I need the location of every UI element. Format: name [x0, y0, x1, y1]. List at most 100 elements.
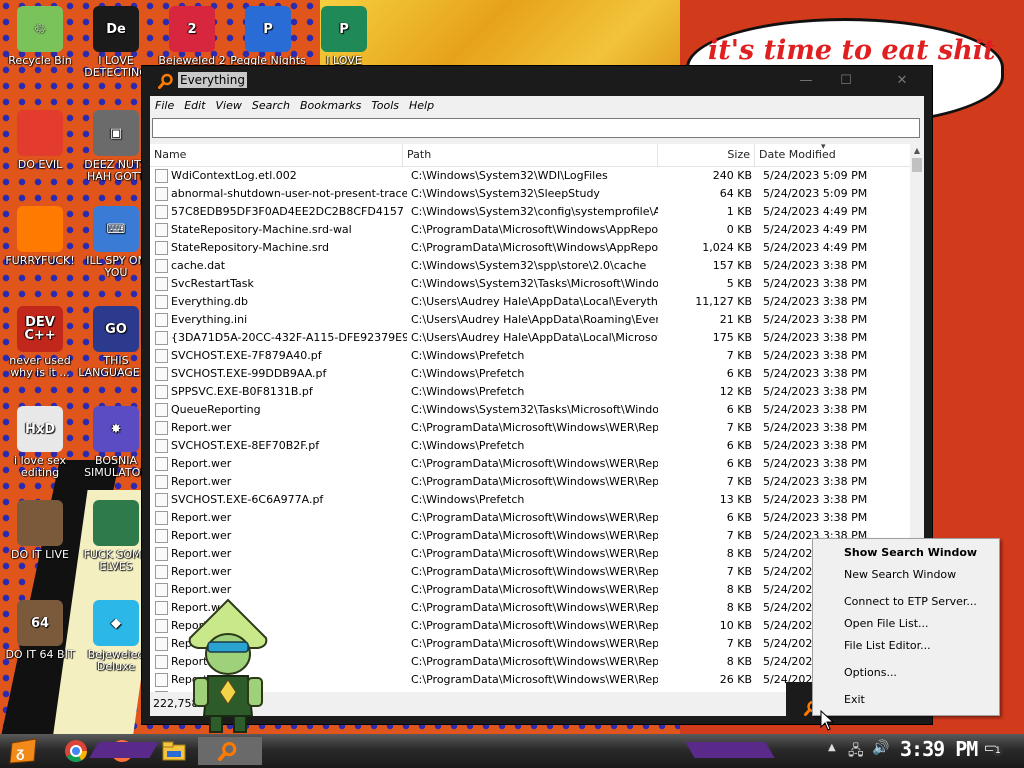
minimize-button[interactable]: —	[788, 66, 824, 96]
desktop-icon-label: Recycle Bin	[8, 54, 72, 67]
column-size[interactable]: Size	[658, 144, 755, 166]
file-icon	[155, 367, 168, 381]
desktop-icon[interactable]: ♲ Recycle Bin	[2, 6, 78, 67]
scroll-up-icon[interactable]: ▲	[910, 144, 924, 158]
menu-item-connect-etp-server[interactable]: Connect to ETP Server...	[844, 595, 977, 608]
column-name[interactable]: Name	[150, 144, 403, 166]
result-row[interactable]: WdiContextLog.etl.002 C:\Windows\System32…	[150, 167, 910, 185]
result-row[interactable]: Report.wer C:\ProgramData\Microsoft\Windo…	[150, 455, 910, 473]
result-row[interactable]: abnormal-shutdown-user-not-present-trace…	[150, 185, 910, 203]
desktop-icon[interactable]: DO EVIL	[2, 110, 78, 171]
result-row[interactable]: SVCHOST.EXE-99DDB9AA.pf C:\Windows\Prefet…	[150, 365, 910, 383]
result-row[interactable]: SVCHOST.EXE-6C6A977A.pf C:\Windows\Prefet…	[150, 491, 910, 509]
app-icon-glyph: DEV C++	[24, 315, 56, 343]
app-icon: GO	[93, 306, 139, 352]
desktop-icon[interactable]: HxD i love sex editing	[2, 406, 78, 479]
file-icon	[155, 403, 168, 417]
file-size: 7 KB	[726, 529, 752, 542]
result-row[interactable]: Report.wer C:\ProgramData\Microsoft\Windo…	[150, 581, 910, 599]
result-row[interactable]: Report.wer C:\ProgramData\Microsoft\Windo…	[150, 509, 910, 527]
desktop-icon[interactable]: 64 DO IT 64 BIT	[2, 600, 78, 661]
result-row[interactable]: Report.wer C:\ProgramData\Microsoft\Windo…	[150, 473, 910, 491]
file-path: C:\Windows\Prefetch	[411, 493, 525, 506]
app-icon	[17, 500, 63, 546]
chrome-icon	[65, 740, 87, 762]
desktop-icon[interactable]: FURRYFUCK!	[2, 206, 78, 267]
desktop-icon-label: DO IT LIVE	[11, 548, 69, 561]
app-icon-glyph: De	[106, 21, 126, 37]
result-row[interactable]: SvcRestartTask C:\Windows\System32\Tasks\…	[150, 275, 910, 293]
file-icon	[155, 601, 168, 615]
result-row[interactable]: 57C8EDB95DF3F0AD4EE2DC2B8CFD4157 C:\Windo…	[150, 203, 910, 221]
search-input[interactable]	[152, 118, 920, 138]
result-row[interactable]: Everything.db C:\Users\Audrey Hale\AppDat…	[150, 293, 910, 311]
file-icon	[155, 583, 168, 597]
taskbar-explorer-button[interactable]	[160, 737, 188, 765]
scroll-thumb[interactable]	[912, 158, 922, 172]
taskbar-chrome-button[interactable]	[62, 737, 90, 765]
volume-icon[interactable]: 🔊	[872, 740, 889, 756]
file-size: 7 KB	[726, 421, 752, 434]
app-icon: ✸	[93, 406, 139, 452]
taskbar-everything-button[interactable]	[198, 737, 262, 765]
taskbar-clock[interactable]: 3:39 PM	[900, 737, 978, 761]
result-row[interactable]: StateRepository-Machine.srd C:\ProgramDat…	[150, 239, 910, 257]
result-row[interactable]: Report.wer C:\ProgramData\Microsoft\Windo…	[150, 527, 910, 545]
desktop-icon[interactable]: PI LOVE	[306, 6, 382, 67]
menu-search[interactable]: Search	[247, 96, 295, 112]
file-icon	[155, 529, 168, 543]
menu-edit[interactable]: Edit	[179, 96, 210, 112]
network-icon[interactable]: 🖧	[848, 740, 864, 764]
file-name: abnormal-shutdown-user-not-present-trace…	[171, 187, 407, 200]
result-row[interactable]: Everything.ini C:\Users\Audrey Hale\AppDa…	[150, 311, 910, 329]
menu-tools[interactable]: Tools	[366, 96, 404, 112]
close-button[interactable]: ✕	[884, 66, 920, 96]
notification-icon[interactable]: ▭ 1	[984, 740, 1003, 756]
file-icon	[155, 241, 168, 255]
menu-bookmarks[interactable]: Bookmarks	[295, 96, 366, 112]
menu-item-open-file-list[interactable]: Open File List...	[844, 617, 929, 630]
file-name: 57C8EDB95DF3F0AD4EE2DC2B8CFD4157	[171, 205, 404, 218]
result-row[interactable]: StateRepository-Machine.srd-wal C:\Progra…	[150, 221, 910, 239]
menu-help[interactable]: Help	[404, 96, 439, 112]
menu-file[interactable]: File	[150, 96, 179, 112]
title-bar[interactable]: Everything — ☐ ✕	[142, 66, 932, 96]
file-icon	[155, 457, 168, 471]
result-row[interactable]: SVCHOST.EXE-8EF70B2F.pf C:\Windows\Prefet…	[150, 437, 910, 455]
file-size: 26 KB	[719, 673, 752, 686]
menu-item-file-list-editor[interactable]: File List Editor...	[844, 639, 931, 652]
file-icon	[155, 313, 168, 327]
file-path: C:\ProgramData\Microsoft\Windows\WER\Rep…	[411, 421, 658, 434]
result-row[interactable]: cache.dat C:\Windows\System32\spp\store\2…	[150, 257, 910, 275]
result-row[interactable]: Report.wer C:\ProgramData\Microsoft\Windo…	[150, 545, 910, 563]
app-icon-glyph: ◆	[111, 615, 121, 631]
desktop-icon[interactable]: DO IT LIVE	[2, 500, 78, 561]
tray-up-arrow-icon[interactable]: ▲	[828, 742, 836, 753]
result-row[interactable]: QueueReporting C:\Windows\System32\Tasks\…	[150, 401, 910, 419]
mouse-cursor-icon	[820, 710, 834, 731]
desktop-icon[interactable]: P Peggle Nights	[230, 6, 306, 67]
start-button[interactable]: ᵹ	[8, 737, 40, 765]
column-path[interactable]: Path	[403, 144, 658, 166]
result-row[interactable]: SVCHOST.EXE-7F879A40.pf C:\Windows\Prefet…	[150, 347, 910, 365]
desktop-icon[interactable]: 2 Bejeweled 2	[154, 6, 230, 67]
result-row[interactable]: Report.wer C:\ProgramData\Microsoft\Windo…	[150, 563, 910, 581]
maximize-button[interactable]: ☐	[828, 66, 864, 96]
menu-item-new-search-window[interactable]: New Search Window	[844, 568, 956, 581]
menu-item-options[interactable]: Options...	[844, 666, 897, 679]
app-icon: P	[245, 6, 291, 52]
menu-item-exit[interactable]: Exit	[844, 693, 865, 706]
file-name: SVCHOST.EXE-6C6A977A.pf	[171, 493, 324, 506]
menu-view[interactable]: View	[211, 96, 247, 112]
desktop-icon[interactable]: DEV C++ never used why is it ...	[2, 306, 78, 379]
file-path: C:\ProgramData\Microsoft\Windows\AppRepo…	[411, 223, 658, 236]
file-icon	[155, 511, 168, 525]
result-row[interactable]: SPPSVC.EXE-B0F8131B.pf C:\Windows\Prefetc…	[150, 383, 910, 401]
file-size: 7 KB	[726, 475, 752, 488]
result-row[interactable]: {3DA71D5A-20CC-432F-A115-DFE92379E91F}..…	[150, 329, 910, 347]
file-path: C:\Windows\Prefetch	[411, 349, 525, 362]
menu-item-show-search-window[interactable]: Show Search Window	[844, 546, 977, 559]
app-icon: HxD	[17, 406, 63, 452]
result-row[interactable]: Report.wer C:\ProgramData\Microsoft\Windo…	[150, 419, 910, 437]
column-date-modified[interactable]: Date Modified ▾	[755, 144, 910, 166]
